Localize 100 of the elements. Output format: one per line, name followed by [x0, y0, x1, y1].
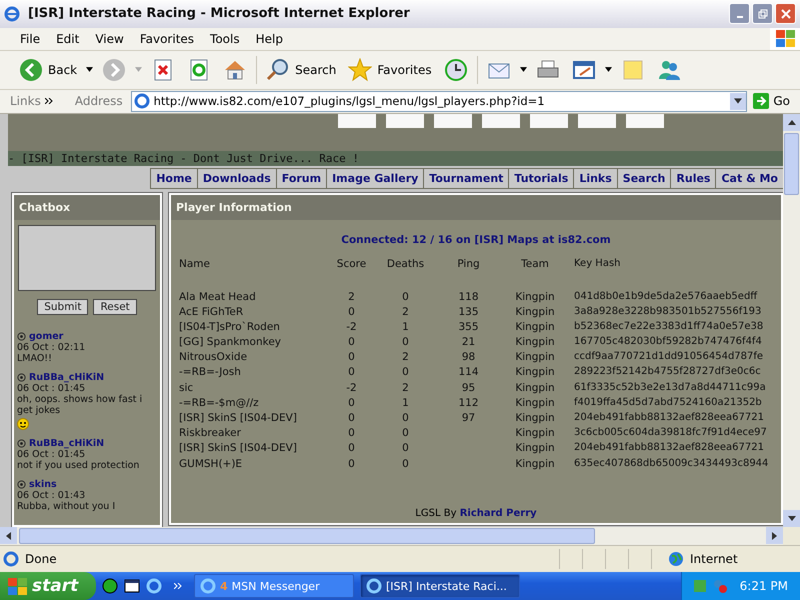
taskbar-button[interactable]: [ISR] Interstate Raci... — [360, 574, 520, 598]
address-label: Address — [74, 94, 123, 108]
menu-item[interactable]: Help — [248, 32, 291, 46]
message-time: 06 Oct : 02:11 — [17, 342, 86, 354]
nav-link[interactable]: Home — [150, 168, 198, 190]
table-cell-text: Kingpin — [514, 366, 556, 378]
desktop-icon[interactable] — [124, 578, 140, 594]
menu-item[interactable]: Favorites — [132, 32, 202, 46]
table-cell-text: Kingpin — [514, 442, 556, 454]
minimize-button[interactable] — [729, 3, 750, 24]
table-cell-text: 0 — [347, 412, 356, 424]
browser-logo-icon — [4, 6, 20, 22]
message-text: LMAO!! — [17, 353, 52, 364]
nav-link[interactable]: Image Gallery — [326, 168, 424, 190]
scrollbar-thumb[interactable] — [784, 133, 799, 196]
table-cell-text: Kingpin — [514, 382, 556, 394]
message-time: 06 Oct : 01:45 — [17, 449, 86, 460]
bullet-icon — [17, 373, 26, 382]
author-link[interactable]: RuBBa_cHiKiN — [29, 372, 104, 384]
table-cell-text: 0 — [401, 442, 410, 454]
caret-icon[interactable] — [604, 67, 612, 72]
taskbar-button[interactable]: 4 MSN Messenger — [194, 574, 354, 598]
table-cell-text: 0 — [347, 396, 356, 409]
left-arrow-icon[interactable] — [6, 532, 11, 540]
table-cell-text: 95 — [460, 382, 476, 394]
status-text: Done — [25, 552, 58, 566]
globe-icon — [668, 551, 684, 568]
right-arrow-icon[interactable] — [772, 532, 777, 540]
history-icon[interactable] — [444, 58, 468, 82]
table-cell-text: 041d8b0e1b9de5da2e576aaeb5edff — [573, 290, 758, 303]
table-cell-text: 0 — [347, 351, 356, 364]
menu-item[interactable]: Tools — [202, 32, 248, 46]
go-button[interactable]: Go — [751, 93, 800, 110]
minimize-icon — [736, 16, 742, 18]
up-arrow-icon[interactable] — [788, 120, 796, 126]
globe-icon[interactable] — [102, 578, 118, 594]
table-cell-text: Kingpin — [514, 412, 556, 424]
table-cell-text: sic — [179, 382, 194, 394]
menu-item[interactable]: Edit — [48, 32, 88, 46]
table-cell-text: Kingpin — [514, 290, 556, 303]
scrollbar-thumb[interactable] — [19, 528, 595, 544]
author-link[interactable]: gomer — [29, 331, 64, 342]
search-button[interactable]: Search — [263, 56, 340, 84]
nav-link[interactable]: Cat & Mo — [715, 168, 783, 190]
author-link[interactable]: Richard Perry — [460, 508, 537, 520]
back-button[interactable]: Back — [16, 56, 80, 84]
nav-link[interactable]: Downloads — [196, 168, 277, 190]
table-cell-text: 2 — [401, 351, 410, 364]
table-cell-text: ccdf9aa770721d1dd91056454d787fe — [573, 351, 764, 364]
star-icon — [348, 58, 372, 82]
table-cell-text: AcE FiGhTeR — [179, 306, 244, 318]
table-cell-text: Kingpin — [514, 336, 556, 348]
table-cell-text: 0 — [347, 366, 356, 378]
nav-link[interactable]: Tutorials — [508, 168, 574, 190]
connected-link[interactable]: Connected: 12 / 16 on [ISR] Maps at is82.com — [171, 234, 781, 246]
links-label[interactable]: Links — [10, 94, 41, 108]
author-link[interactable]: skins — [29, 479, 57, 490]
table-cell-text: 2 — [401, 382, 410, 394]
table-cell-text: 0 — [401, 336, 410, 348]
message-field[interactable] — [18, 225, 156, 292]
caret-icon[interactable] — [520, 67, 527, 72]
favorites-button[interactable]: Favorites — [345, 56, 435, 84]
table-cell-text: 61f3335c52b3e2e13d7a8d44711c99a — [573, 382, 767, 394]
column-header: Name — [179, 258, 211, 270]
app-icon — [366, 578, 382, 594]
browser-logo-icon[interactable] — [146, 578, 162, 594]
table-cell-text: 2 — [401, 306, 410, 318]
dropdown-button[interactable] — [730, 92, 746, 110]
table-cell-text: 1 — [401, 320, 410, 333]
nav-link[interactable]: Rules — [670, 168, 716, 190]
nav-link[interactable]: Tournament — [423, 168, 510, 190]
reset-button[interactable]: Reset — [93, 299, 137, 316]
submit-button[interactable]: Submit — [37, 299, 88, 316]
table-cell-text: -2 — [345, 382, 358, 394]
start-button[interactable]: start — [0, 572, 96, 600]
caret-icon[interactable] — [86, 67, 94, 72]
nav-link[interactable]: Search — [616, 168, 672, 190]
down-arrow-icon[interactable] — [788, 516, 796, 522]
author-link[interactable]: RuBBa_cHiKiN — [29, 438, 104, 450]
address-field[interactable]: http://www.is82.com/e107_plugins/lgsl_menu/lgsl_players.php?id=1 — [130, 90, 748, 112]
restore-button[interactable] — [752, 3, 773, 24]
table-cell-text: 21 — [460, 336, 476, 348]
page-icon — [134, 93, 150, 110]
nav-link[interactable]: Links — [573, 168, 618, 190]
table-cell-text: Riskbreaker — [179, 427, 242, 440]
chevron-icon[interactable] — [44, 98, 53, 104]
horizontal-scrollbar[interactable] — [0, 527, 783, 546]
close-button[interactable] — [775, 3, 796, 24]
menu-item[interactable]: File — [12, 32, 48, 46]
table-cell-text: 1 — [401, 396, 410, 409]
table-cell-text: GUMSH(+)E — [179, 458, 244, 470]
search-icon — [266, 58, 290, 82]
restore-icon — [758, 8, 768, 19]
nav-link[interactable]: Forum — [276, 168, 328, 190]
message-text: not if you used protection — [17, 460, 140, 472]
table-cell-text: Ala Meat Head — [179, 290, 257, 303]
menu-item[interactable]: View — [87, 32, 132, 46]
table-cell-text: Kingpin — [514, 320, 556, 333]
table-cell-text: 0 — [401, 412, 410, 424]
vertical-scrollbar[interactable] — [783, 114, 800, 528]
